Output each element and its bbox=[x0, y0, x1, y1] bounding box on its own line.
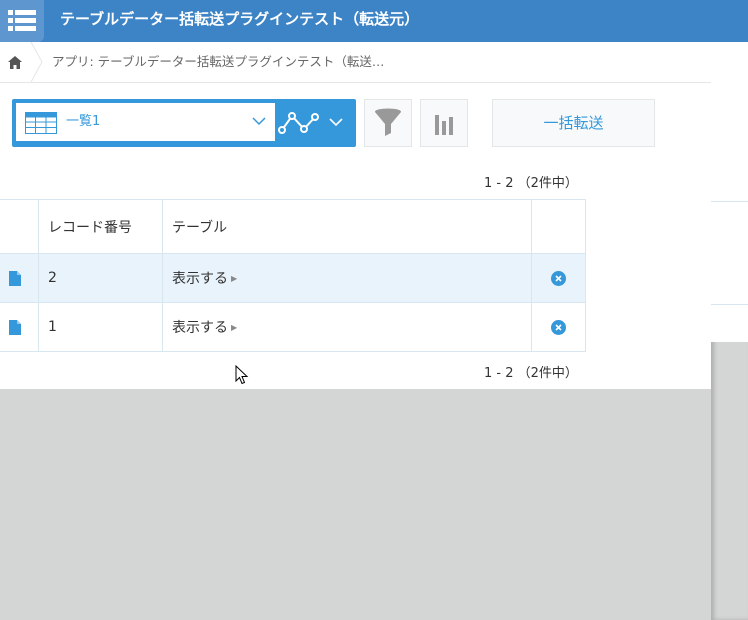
bar-chart-icon bbox=[435, 115, 453, 135]
table-header-row: レコード番号 テーブル bbox=[0, 199, 586, 254]
filter-button[interactable] bbox=[364, 99, 412, 147]
app-header: テーブルデーター括転送プラグインテスト（転送元） bbox=[0, 0, 711, 42]
chevron-down-icon bbox=[252, 117, 266, 126]
view-label: 一覧1 bbox=[66, 114, 101, 129]
expand-triangle-icon: ▶ bbox=[231, 274, 238, 283]
pagination-top: 1 - 2 （2件中） bbox=[484, 176, 578, 191]
show-table-link[interactable]: 表示する ▶ bbox=[163, 320, 237, 336]
record-detail-cell[interactable] bbox=[0, 302, 39, 352]
document-icon[interactable] bbox=[9, 270, 21, 286]
filter-icon bbox=[375, 108, 401, 136]
record-number-cell: 2 bbox=[38, 253, 163, 303]
delete-cell bbox=[531, 253, 586, 303]
table-field-cell: 表示する ▶ bbox=[162, 302, 532, 352]
show-table-link[interactable]: 表示する ▶ bbox=[163, 271, 237, 287]
breadcrumb-separator bbox=[30, 42, 43, 82]
breadcrumb-app-link[interactable]: アプリ: テーブルデーター括転送プラグインテスト（転送… bbox=[52, 42, 384, 82]
breadcrumb: アプリ: テーブルデーター括転送プラグインテスト（転送… bbox=[0, 42, 711, 83]
records-table: レコード番号 テーブル 2 表示する ▶ 1 表示する ▶ bbox=[0, 199, 586, 352]
chart-button[interactable] bbox=[420, 99, 468, 147]
table-row: 2 表示する ▶ bbox=[0, 253, 586, 303]
column-header-table[interactable]: テーブル bbox=[162, 199, 532, 254]
view-select-dropdown[interactable]: 一覧1 bbox=[16, 103, 275, 141]
document-icon[interactable] bbox=[9, 319, 21, 335]
app-title: テーブルデーター括転送プラグインテスト（転送元） bbox=[60, 10, 420, 28]
table-view-icon bbox=[25, 112, 57, 134]
list-menu-icon bbox=[8, 10, 36, 31]
delete-icon[interactable] bbox=[551, 270, 566, 286]
menu-button[interactable] bbox=[0, 0, 44, 42]
column-header-record-number[interactable]: レコード番号 bbox=[38, 199, 163, 254]
main-content: アプリ: テーブルデーター括転送プラグインテスト（転送… 一覧1 一括転送 1 … bbox=[0, 42, 711, 389]
record-number-cell: 1 bbox=[38, 302, 163, 352]
bulk-transfer-button[interactable]: 一括転送 bbox=[492, 99, 655, 147]
view-selector-group: 一覧1 bbox=[12, 99, 356, 147]
home-icon bbox=[8, 55, 22, 69]
home-button[interactable] bbox=[0, 42, 30, 82]
app-window: テーブルデーター括転送プラグインテスト（転送元） アプリ: テーブルデーター括転… bbox=[0, 0, 711, 620]
table-field-cell: 表示する ▶ bbox=[162, 253, 532, 303]
toolbar: 一覧1 一括転送 bbox=[0, 99, 711, 147]
graph-chevron-down-icon[interactable] bbox=[328, 116, 344, 128]
pagination-bottom: 1 - 2 （2件中） bbox=[484, 366, 578, 381]
column-header-actions bbox=[531, 199, 586, 254]
line-graph-icon bbox=[278, 112, 319, 134]
expand-triangle-icon: ▶ bbox=[231, 323, 238, 332]
column-header-icon bbox=[0, 199, 39, 254]
background-window bbox=[711, 0, 748, 620]
delete-cell bbox=[531, 302, 586, 352]
delete-icon[interactable] bbox=[551, 319, 566, 335]
table-row: 1 表示する ▶ bbox=[0, 302, 586, 352]
record-detail-cell[interactable] bbox=[0, 253, 39, 303]
graph-view-button[interactable] bbox=[275, 103, 323, 143]
mouse-cursor-icon bbox=[235, 365, 249, 385]
